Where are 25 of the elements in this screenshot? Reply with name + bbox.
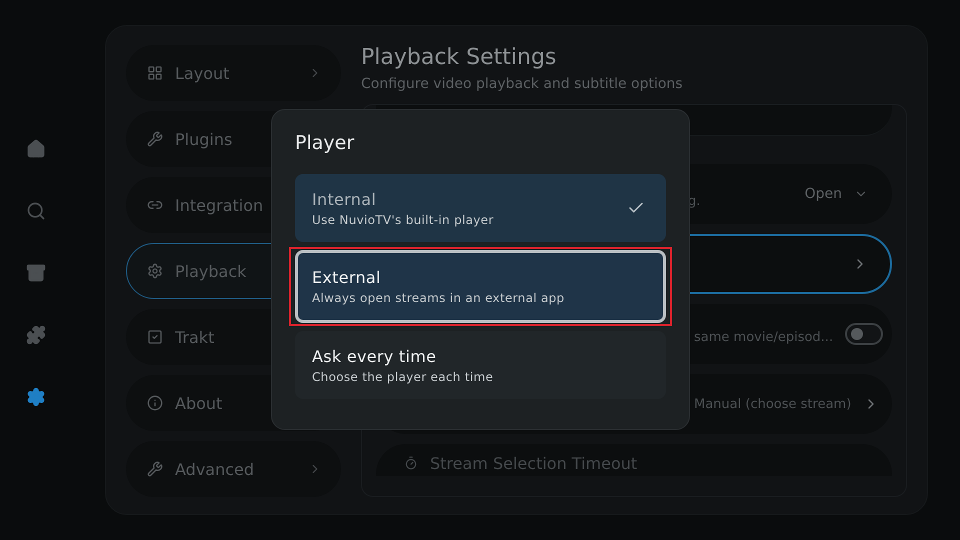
setting-title: Stream Selection Timeout <box>430 454 638 472</box>
timer-icon <box>404 456 418 470</box>
info-icon <box>147 395 163 411</box>
wrench-icon <box>147 461 163 477</box>
sidebar-item[interactable]: Layout <box>126 45 341 101</box>
setting-row[interactable]: Stream Selection Timeout <box>376 444 892 476</box>
gear-icon <box>147 263 163 279</box>
sidebar-label: Layout <box>175 64 230 82</box>
player-option[interactable]: Internal Use NuvioTV's built-in player <box>295 174 666 242</box>
dropdown-value: Open <box>804 186 842 202</box>
sidebar-label: About <box>175 394 224 412</box>
sidebar-label: Advanced <box>175 460 256 478</box>
page-title: Playback Settings <box>361 45 558 70</box>
setting-description: same movie/episod... <box>693 328 834 344</box>
checkbox-icon <box>147 329 163 345</box>
sidebar-item[interactable]: Advanced <box>126 441 341 497</box>
setting-description: Manual (choose stream) <box>693 396 852 412</box>
toggle-switch[interactable] <box>845 323 884 345</box>
page-subtitle: Configure video playback and subtitle options <box>361 76 684 92</box>
grid-icon <box>147 65 163 81</box>
puzzle-icon[interactable] <box>24 323 48 347</box>
wrench-icon <box>147 131 163 147</box>
player-option[interactable]: Ask every time Choose the player each time <box>295 331 666 399</box>
player-option[interactable]: External Always open streams in an external app <box>295 250 666 323</box>
sidebar-label: Trakt <box>175 328 216 346</box>
